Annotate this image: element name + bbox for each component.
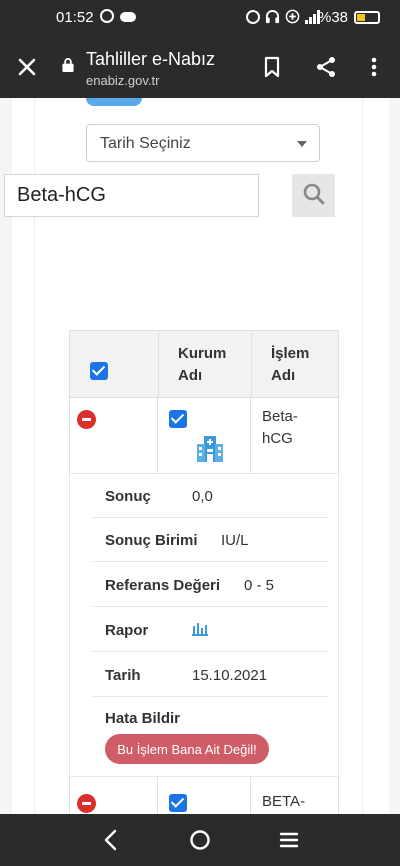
detail-unit: Sonuç Birimi IU/L [92,518,328,562]
header-institution: Kurum Adı [178,345,227,384]
date-select[interactable]: Tarih Seçiniz [86,124,320,162]
detail-reference: Referans Değeri 0 - 5 [92,563,328,607]
bar-chart-icon[interactable] [192,622,208,636]
not-mine-button[interactable]: Bu İşlem Bana Ait Değil! [105,734,269,764]
hospital-icon [197,436,223,462]
lock-icon [62,58,74,72]
chevron-down-icon [297,141,307,147]
operation-name: Beta-hCG [262,408,298,447]
cloud-icon [120,12,136,22]
header-operation: İşlem Adı [271,345,310,384]
search-icon [303,183,324,205]
alarm-icon [246,9,260,24]
status-time: 01:52 [56,9,94,26]
back-icon[interactable] [101,828,121,852]
date-select-label: Tarih Seçiniz [100,135,191,152]
data-saver-icon [285,9,300,24]
share-icon[interactable] [314,55,338,79]
battery-percent: %38 [318,9,349,26]
battery-icon [354,11,380,24]
close-icon[interactable] [14,54,40,80]
detail-date: Tarih 15.10.2021 [92,653,328,697]
app-bar: Tahliller e-Nabız enabiz.gov.tr [0,36,400,98]
table-row[interactable]: Beta-hCG [69,398,339,474]
operation-name: BETA- [262,793,306,810]
detail-result: Sonuç 0,0 [92,474,328,518]
status-icons-right [246,9,320,24]
row-checkbox[interactable] [169,410,187,428]
error-report-label: Hata Bildir [105,710,181,727]
home-icon[interactable] [189,829,211,851]
detail-report: Rapor [92,608,328,652]
headphones-icon [265,10,280,24]
search-input[interactable] [4,174,259,217]
partial-button[interactable] [86,98,142,106]
clock-status-icon [100,9,114,23]
bookmark-icon[interactable] [262,56,282,78]
page-title: Tahliller e-Nabız [86,49,216,69]
row-checkbox[interactable] [169,794,187,812]
system-nav-bar [0,814,400,866]
table-header: Kurum Adı İşlem Adı [69,330,339,399]
status-bar: 01:52 %38 [0,0,400,36]
select-all-checkbox[interactable] [90,362,108,380]
row-detail: Sonuç 0,0 Sonuç Birimi IU/L Referans Değ… [69,474,339,776]
collapse-row-icon[interactable] [77,410,96,429]
search-button[interactable] [292,174,335,217]
more-vert-icon[interactable] [366,55,382,79]
recent-apps-icon[interactable] [279,830,299,850]
status-icons-left [100,9,136,23]
collapse-row-icon[interactable] [77,794,96,813]
page-url: enabiz.gov.tr [86,73,160,88]
